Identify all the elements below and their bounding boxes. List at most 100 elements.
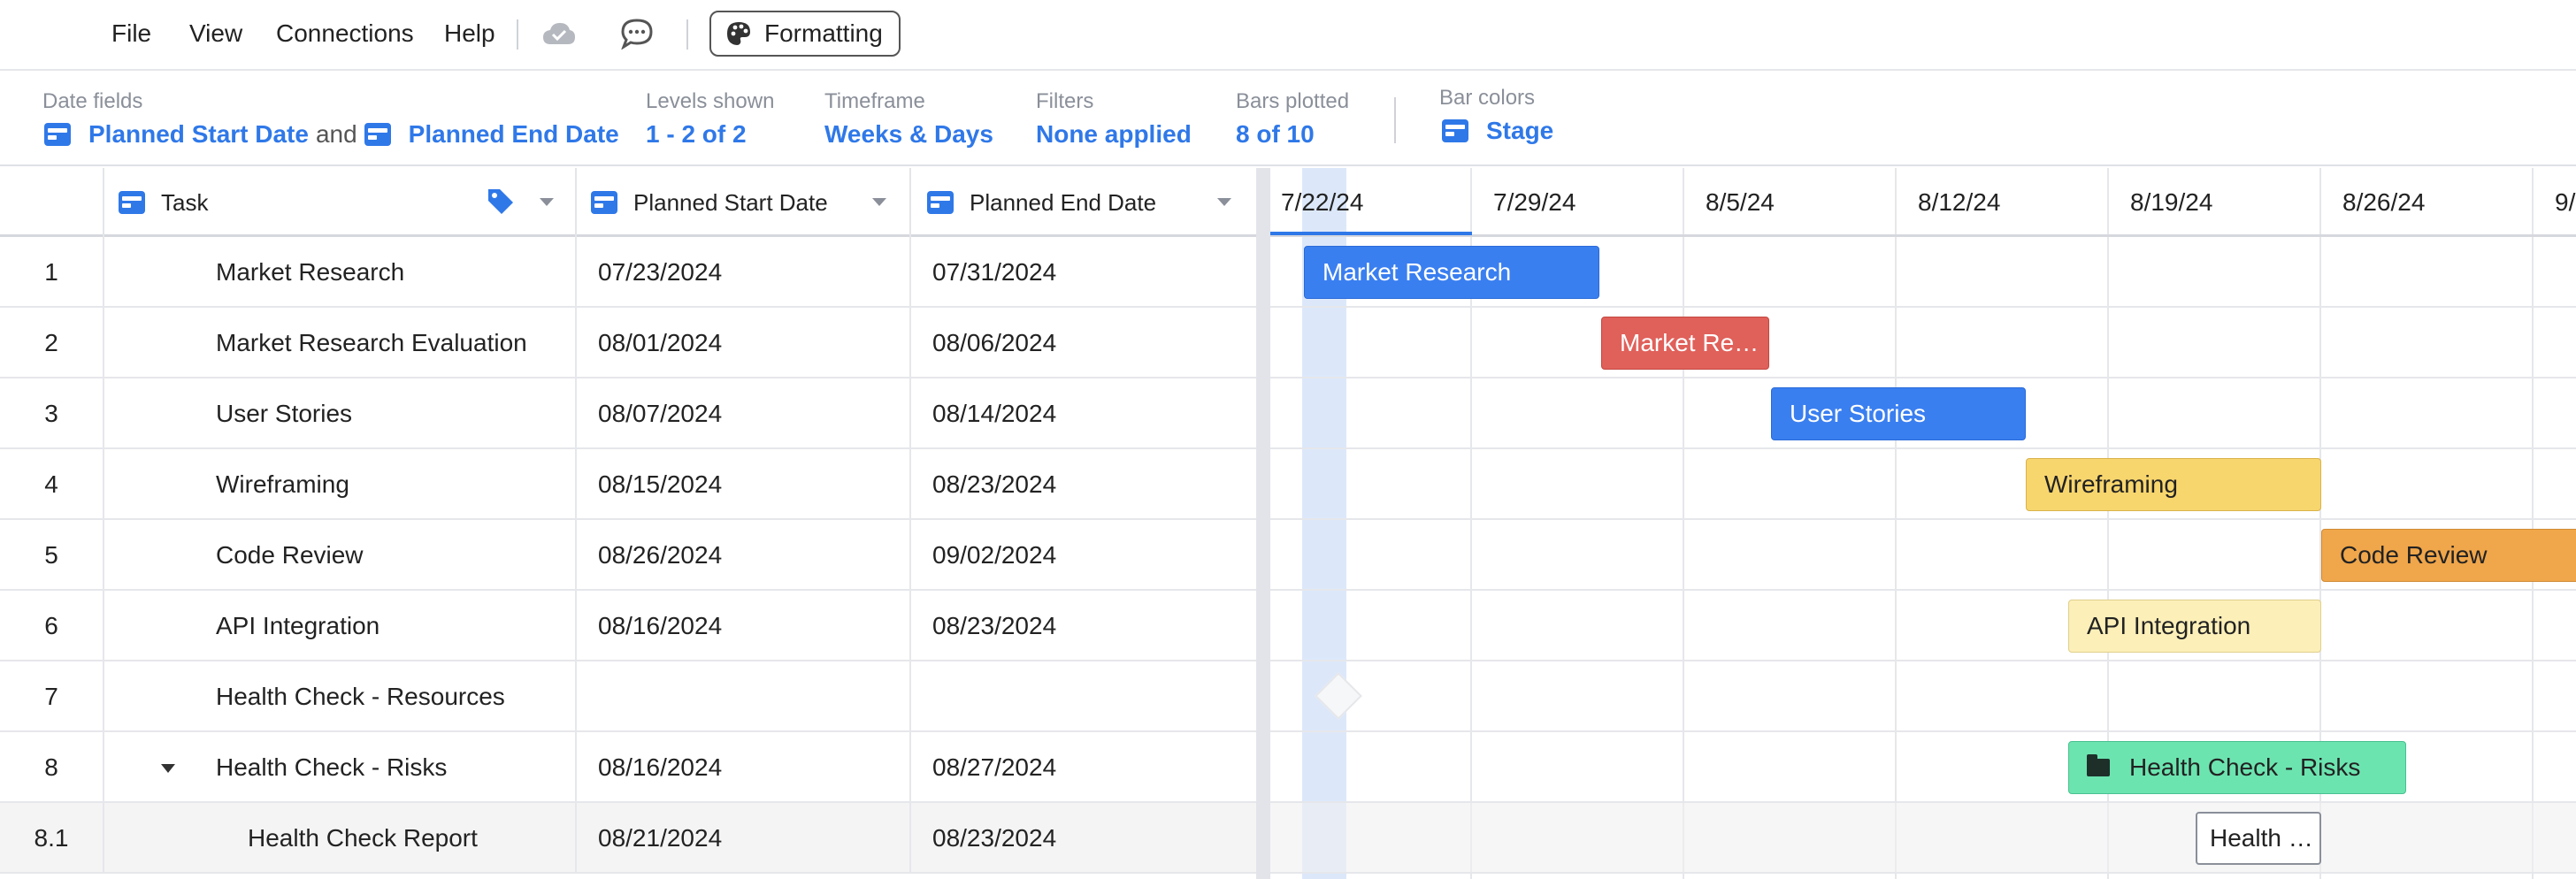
bar-colors-value[interactable]: Stage [1442,115,1553,147]
week-label[interactable]: 8/19/24 [2130,187,2212,218]
table-row[interactable]: 7 Health Check - Resources [0,661,1265,732]
task-name[interactable]: Health Check - Risks [216,753,447,782]
palette-icon [727,22,750,45]
task-name[interactable]: Wireframing [104,449,577,520]
gantt-bar[interactable]: Market Re… [1601,317,1769,370]
end-date[interactable]: 07/31/2024 [911,237,1265,308]
date-field-icon [591,191,617,214]
gantt-bar[interactable]: Health … [2196,812,2321,865]
gantt-row [1270,591,2576,661]
gantt-bar[interactable]: User Stories [1771,387,2026,440]
formatting-button[interactable]: Formatting [709,11,901,57]
cloud-icon[interactable] [541,19,577,48]
text-field-icon [119,191,145,214]
end-date[interactable]: 08/06/2024 [911,308,1265,378]
start-column-header[interactable]: Planned Start Date [577,168,911,237]
week-label[interactable]: 8/5/24 [1706,187,1775,218]
end-date[interactable]: 08/23/2024 [911,449,1265,520]
chevron-down-icon[interactable] [872,198,886,206]
menu-view[interactable]: View [189,18,242,50]
end-date-field[interactable]: Planned End Date [409,118,619,150]
start-date[interactable]: 08/21/2024 [577,803,911,874]
task-name[interactable]: Code Review [104,520,577,591]
gantt-bar-label: User Stories [1790,400,1927,427]
table-row[interactable]: 3 User Stories 08/07/2024 08/14/2024 [0,378,1265,449]
gantt-bar-label: Health … [2210,824,2313,852]
date-fields-value[interactable]: Planned Start Date and Planned End Date [44,118,619,150]
levels-value[interactable]: 1 - 2 of 2 [646,118,747,150]
end-date[interactable]: 08/27/2024 [911,732,1265,803]
chevron-down-icon[interactable] [1217,198,1231,206]
week-label[interactable]: 7/22/24 [1281,187,1363,218]
date-fields-joiner: and [315,120,357,148]
gantt-bar[interactable]: Wireframing [2026,458,2321,511]
start-date[interactable]: 08/26/2024 [577,520,911,591]
task-column-header[interactable]: Task [104,168,577,237]
row-number-header [0,168,104,237]
tag-icon[interactable] [485,186,517,218]
task-name[interactable]: API Integration [104,591,577,661]
start-date[interactable]: 08/15/2024 [577,449,911,520]
menu-connections[interactable]: Connections [276,18,414,50]
start-date[interactable]: 08/16/2024 [577,591,911,661]
comment-icon[interactable] [619,18,655,50]
table-row[interactable]: 1 Market Research 07/23/2024 07/31/2024 [0,237,1265,308]
start-date-field[interactable]: Planned Start Date [88,118,309,150]
timeframe-label: Timeframe [824,89,925,113]
menu-help[interactable]: Help [444,18,495,50]
date-field-icon [364,123,391,146]
start-date[interactable] [577,661,911,732]
filters-value[interactable]: None applied [1036,118,1192,150]
info-bar: Date fields Planned Start Date and Plann… [0,73,2576,166]
collapse-caret-icon[interactable] [161,764,175,773]
week-label[interactable]: 8/12/24 [1918,187,2000,218]
task-name[interactable]: Health Check Report [104,803,577,874]
gantt-row [1270,803,2576,874]
gantt-bar-label: API Integration [2087,612,2251,639]
pane-splitter[interactable] [1256,168,1270,879]
gantt-bar[interactable]: API Integration [2068,600,2321,653]
task-name-cell[interactable]: Health Check - Risks [104,732,577,803]
start-date[interactable]: 08/01/2024 [577,308,911,378]
start-column-label: Planned Start Date [633,188,828,216]
table-row[interactable]: 2 Market Research Evaluation 08/01/2024 … [0,308,1265,378]
gantt-bar[interactable]: Health Check - Risks [2068,741,2406,794]
table-row[interactable]: 8 Health Check - Risks 08/16/2024 08/27/… [0,732,1265,803]
menu-divider [686,19,688,50]
row-number: 8 [0,732,104,803]
end-column-header[interactable]: Planned End Date [911,168,1265,237]
table-row[interactable]: 5 Code Review 08/26/2024 09/02/2024 [0,520,1265,591]
task-name[interactable]: Market Research [104,237,577,308]
table-row[interactable]: 6 API Integration 08/16/2024 08/23/2024 [0,591,1265,661]
levels-label: Levels shown [646,89,775,113]
task-name[interactable]: User Stories [104,378,577,449]
end-date[interactable]: 08/23/2024 [911,591,1265,661]
week-label[interactable]: 9/ [2555,187,2575,218]
week-label[interactable]: 8/26/24 [2342,187,2425,218]
chevron-down-icon[interactable] [540,198,554,206]
task-name[interactable]: Health Check - Resources [104,661,577,732]
row-number: 5 [0,520,104,591]
menu-file[interactable]: File [111,18,151,50]
week-label[interactable]: 7/29/24 [1493,187,1576,218]
timeframe-value[interactable]: Weeks & Days [824,118,993,150]
task-name[interactable]: Market Research Evaluation [104,308,577,378]
end-date[interactable]: 08/14/2024 [911,378,1265,449]
start-date[interactable]: 07/23/2024 [577,237,911,308]
end-date[interactable] [911,661,1265,732]
date-field-icon [44,123,71,146]
bar-colors-field[interactable]: Stage [1486,115,1553,147]
end-date[interactable]: 08/23/2024 [911,803,1265,874]
bars-plotted-value[interactable]: 8 of 10 [1236,118,1315,150]
table-row[interactable]: 4 Wireframing 08/15/2024 08/23/2024 [0,449,1265,520]
end-date[interactable]: 09/02/2024 [911,520,1265,591]
start-date[interactable]: 08/16/2024 [577,732,911,803]
start-date[interactable]: 08/07/2024 [577,378,911,449]
gantt-bar-label: Market Re… [1620,329,1760,356]
gantt-bar[interactable]: Market Research [1304,246,1599,299]
table-row-child[interactable]: 8.1 Health Check Report 08/21/2024 08/23… [0,803,1265,874]
menu-divider [517,19,518,50]
gantt-bar[interactable]: Code Review [2321,529,2576,582]
grid-header: Task Planned Start Date Planned End Date [0,168,1265,237]
gantt-row [1270,308,2576,378]
